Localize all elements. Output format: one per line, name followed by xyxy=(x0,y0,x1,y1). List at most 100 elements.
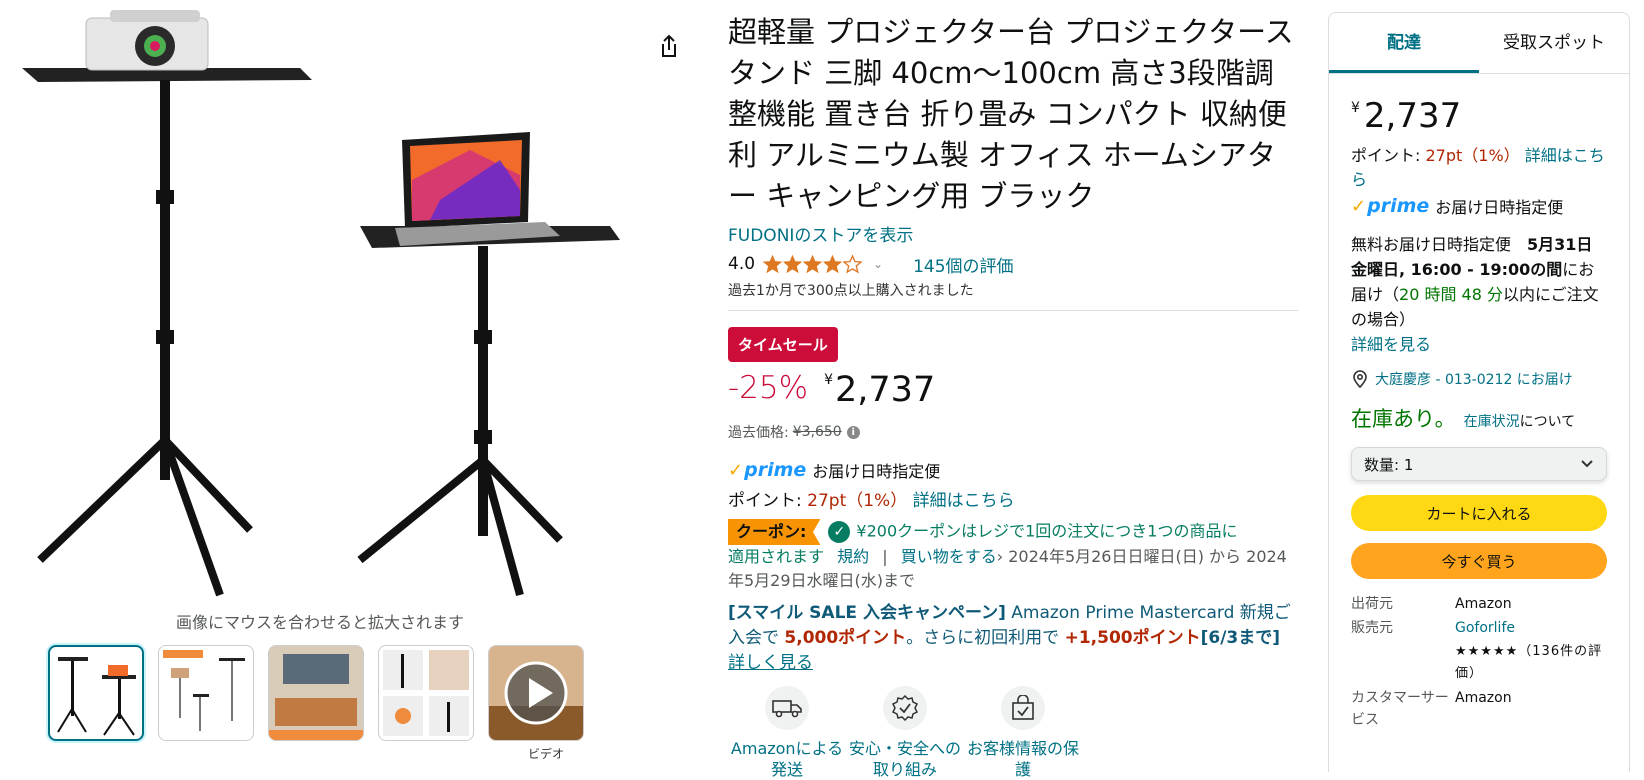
promo-date: [6/3まで] xyxy=(1200,628,1281,648)
zoom-hint: 画像にマウスを合わせると拡大されます xyxy=(175,613,464,632)
thumbnail-3[interactable] xyxy=(268,645,364,741)
share-icon[interactable] xyxy=(655,32,683,60)
star-full-icon xyxy=(763,254,783,273)
main-product-image[interactable] xyxy=(0,0,640,600)
seller-info: 出荷元 Amazon 販売元 Goforlife ★★★★★（136件の評価） … xyxy=(1351,593,1607,731)
delivery-countdown: 20 時間 48 分 xyxy=(1399,285,1503,304)
points-value: 27pt（1%） xyxy=(807,491,908,511)
currency-symbol: ¥ xyxy=(1351,100,1360,116)
stock-suffix: について xyxy=(1519,414,1576,430)
list-price-row: 過去価格: ¥3,650 i xyxy=(728,422,1298,442)
points-row: ポイント: 27pt（1%） 詳細はこちら xyxy=(728,486,1298,511)
feature-safety[interactable]: 安心・安全への取り組み xyxy=(846,686,964,780)
delivery-detail-link[interactable]: 詳細を見る xyxy=(1351,335,1431,354)
promo-more-link[interactable]: 詳しく見る xyxy=(728,653,813,673)
star-full-icon xyxy=(823,254,843,273)
star-empty-icon xyxy=(843,254,863,274)
laptop-stand-illustration xyxy=(357,132,620,597)
promo-points-2: +1,500ポイント xyxy=(1064,628,1201,648)
tab-pickup[interactable]: 受取スポット xyxy=(1479,13,1629,73)
thumbnail-4[interactable] xyxy=(378,645,474,741)
secure-bag-icon xyxy=(1001,686,1045,730)
rating-count-link[interactable]: 145個の評価 xyxy=(913,252,1013,277)
location-pin-icon xyxy=(1353,370,1367,388)
buy-box: 配達 受取スポット ¥ 2,737 ポイント: 27pt（1%） 詳細はこちら … xyxy=(1328,12,1630,772)
buybox-prime-row: ✓ prime お届け日時指定便 xyxy=(1351,194,1607,218)
feature-privacy[interactable]: お客様情報の保護 xyxy=(964,686,1082,780)
buybox-price-row: ¥ 2,737 xyxy=(1351,96,1607,136)
star-full-icon xyxy=(783,254,803,273)
thumbnail-strip xyxy=(48,645,584,741)
stock-row: 在庫あり。 在庫状況について xyxy=(1351,403,1607,433)
coupon-block: クーポン: ✓ ¥200クーポンはレジで1回の注文につき1つの商品に 適用されます … xyxy=(728,519,1298,593)
delivery-prefix: 無料お届け日時指定便 xyxy=(1351,235,1528,254)
projector-stand-illustration xyxy=(22,10,312,597)
delivery-tabs: 配達 受取スポット xyxy=(1329,13,1629,74)
buy-now-button[interactable]: 今すぐ買う xyxy=(1351,543,1607,579)
location-text: 大庭慶彦 - 013-0212 にお届け xyxy=(1375,372,1573,388)
discount-percent: -25% xyxy=(728,370,809,406)
deal-badge: タイムセール xyxy=(728,327,838,362)
add-to-cart-button[interactable]: カートに入れる xyxy=(1351,495,1607,531)
prime-text: お届け日時指定便 xyxy=(812,462,941,481)
delivery-location[interactable]: 大庭慶彦 - 013-0212 にお届け xyxy=(1351,369,1607,389)
coupon-text: ¥200クーポンはレジで1回の注文につき1つの商品に xyxy=(856,521,1238,541)
buybox-price: 2,737 xyxy=(1363,96,1462,136)
info-icon[interactable]: i xyxy=(846,425,860,439)
prime-check-icon: ✓ xyxy=(1351,195,1367,217)
coupon-shop-link[interactable]: 買い物をする xyxy=(901,547,997,566)
seller-rating-label xyxy=(1351,641,1455,685)
prime-text: お届け日時指定便 xyxy=(1435,198,1564,217)
chevron-down-icon xyxy=(1581,460,1593,468)
feature-badges: Amazonによる発送 安心・安全への取り組み お客様情報の保護 xyxy=(728,686,1298,780)
store-link[interactable]: FUDONIのストアを表示 xyxy=(728,221,1298,246)
promo-text-2: 。さらに初回利用で xyxy=(906,628,1065,648)
divider xyxy=(728,310,1298,311)
ships-from-label: 出荷元 xyxy=(1351,596,1393,612)
safety-badge-icon xyxy=(883,686,927,730)
star-full-icon xyxy=(803,254,823,273)
prime-logo: ✓ prime xyxy=(1351,195,1430,217)
prime-check-icon: ✓ xyxy=(728,459,744,481)
sold-by-label: 販売元 xyxy=(1351,620,1393,636)
points-value: 27pt（1%） xyxy=(1425,146,1520,165)
coupon-separator: | xyxy=(882,547,888,566)
chevron-down-icon[interactable]: ⌄ xyxy=(873,257,883,271)
prime-row: ✓ prime お届け日時指定便 xyxy=(728,458,1298,482)
truck-icon xyxy=(765,686,809,730)
video-label: ビデオ xyxy=(527,747,564,761)
points-label: ポイント: xyxy=(728,491,802,511)
bought-count: 過去1か月で300点以上購入されました xyxy=(728,283,974,299)
coupon-checkbox[interactable]: ✓ xyxy=(828,521,851,543)
thumbnail-2[interactable] xyxy=(158,645,254,741)
quantity-select[interactable]: 数量: 1 xyxy=(1351,447,1607,481)
ships-from-value: Amazon xyxy=(1455,596,1512,612)
product-title: 超軽量 プロジェクター台 プロジェクタースタンド 三脚 40cm～100cm 高… xyxy=(728,15,1294,213)
points-detail-link[interactable]: 詳細はこちら xyxy=(913,491,1015,511)
thumbnail-video[interactable] xyxy=(488,645,584,741)
customer-service-label: カスタマーサービス xyxy=(1351,690,1449,728)
product-details: 超軽量 プロジェクター台 プロジェクタースタンド 三脚 40cm～100cm 高… xyxy=(728,12,1298,780)
promo-bracket: [スマイル SALE 入会キャンペーン] xyxy=(728,603,1006,623)
list-price: ¥3,650 xyxy=(792,424,842,440)
feature-label: Amazonによる発送 xyxy=(730,739,844,779)
seller-rating[interactable]: ★★★★★（136件の評価） xyxy=(1455,641,1607,685)
rating-value: 4.0 xyxy=(728,254,756,274)
chevron-right-icon: › xyxy=(996,547,1004,566)
feature-shipping[interactable]: Amazonによる発送 xyxy=(728,686,846,780)
stock-status: 在庫あり。 xyxy=(1351,407,1456,431)
delivery-info: 無料お届け日時指定便 5月31日 金曜日, 16:00 - 19:00の間にお届… xyxy=(1351,232,1607,357)
quantity-label: 数量: 1 xyxy=(1364,455,1414,474)
rating-stars[interactable] xyxy=(763,254,863,274)
stock-link[interactable]: 在庫状況 xyxy=(1464,414,1520,430)
list-price-label: 過去価格: xyxy=(728,425,789,441)
coupon-terms-link[interactable]: 規約 xyxy=(837,547,869,566)
customer-service-value: Amazon xyxy=(1455,690,1512,706)
feature-label: お客様情報の保護 xyxy=(966,739,1079,779)
seller-link[interactable]: Goforlife xyxy=(1455,617,1607,639)
coupon-badge: クーポン: xyxy=(728,519,821,545)
tab-delivery[interactable]: 配達 xyxy=(1329,13,1479,73)
thumbnail-1[interactable] xyxy=(48,645,144,741)
rating-row: 4.0 ⌄ 145個の評価 xyxy=(728,252,1298,277)
price: 2,737 xyxy=(835,370,936,410)
